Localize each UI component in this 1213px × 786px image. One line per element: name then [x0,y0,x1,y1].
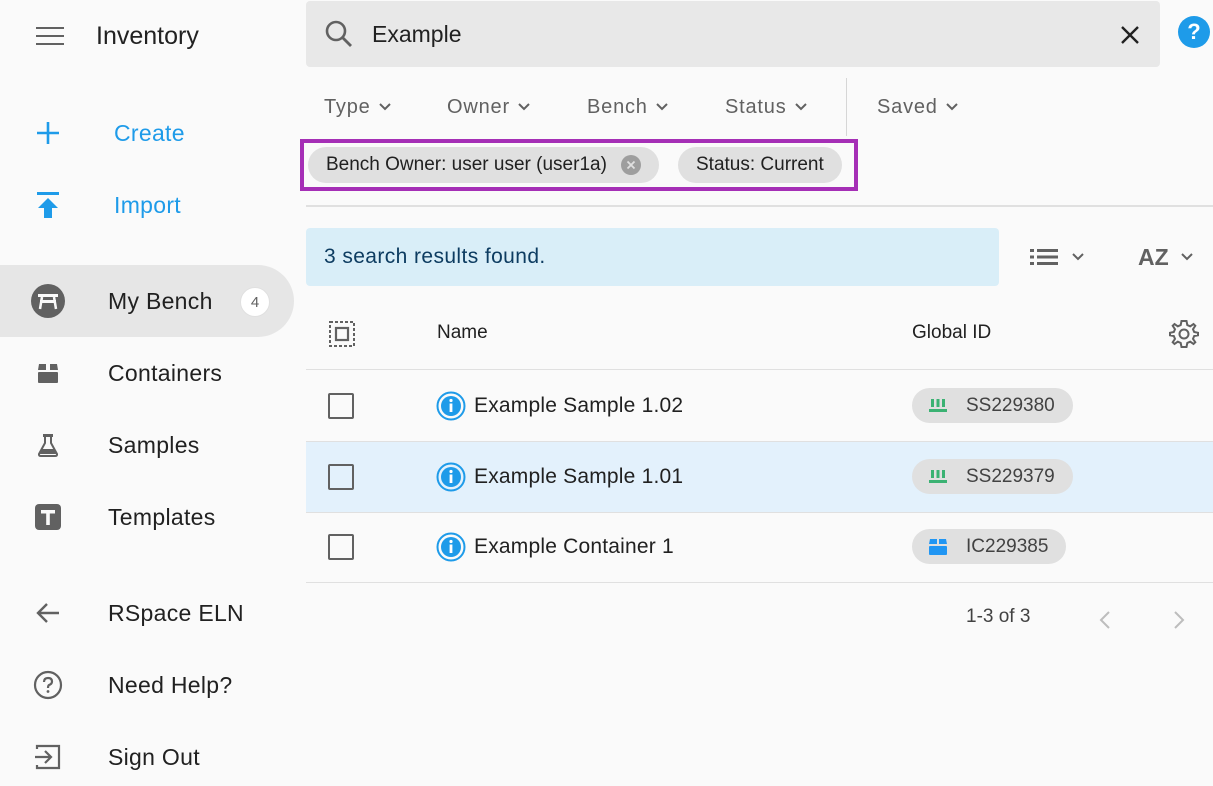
info-icon[interactable] [436,391,466,421]
container-icon [30,355,66,391]
table-row[interactable]: Example Container 1 IC229385 [306,512,1213,583]
sidebar-item-label: Templates [108,503,216,530]
filter-label: Owner [447,95,510,118]
row-checkbox[interactable] [328,464,354,490]
flask-icon [30,427,66,463]
global-id-text: IC229385 [966,535,1049,557]
chevron-down-icon [656,103,668,111]
help-circle-icon [30,667,66,703]
info-icon[interactable] [436,532,466,562]
filter-chip-status[interactable]: Status: Current [678,147,842,183]
template-icon [30,499,66,535]
sidebar-item-samples[interactable]: Samples [0,409,294,481]
sidebar-item-need-help[interactable]: Need Help? [0,649,294,721]
filter-owner-button[interactable]: Owner [447,84,530,130]
global-id-chip[interactable]: SS229380 [912,388,1073,423]
divider [306,205,1213,207]
import-label: Import [114,191,181,218]
app-title: Inventory [96,22,199,50]
column-header-global-id[interactable]: Global ID [912,322,991,344]
filter-label: Status [725,95,787,118]
search-bar [306,1,1160,67]
filter-status-button[interactable]: Status [725,84,807,130]
sidebar: Inventory Create Import My Bench 4 Conta… [0,0,300,786]
column-header-name[interactable]: Name [437,322,488,344]
filter-chip-bench-owner[interactable]: Bench Owner: user user (user1a) [308,147,659,183]
bench-count-badge: 4 [240,287,270,317]
info-icon[interactable] [436,462,466,492]
sort-label: AZ [1138,243,1169,270]
sidebar-item-label: RSpace ELN [108,599,244,626]
search-input[interactable] [372,15,1092,53]
chevron-left-icon[interactable] [1094,608,1118,632]
filter-bench-button[interactable]: Bench [587,84,668,130]
pagination-range: 1-3 of 3 [966,606,1031,627]
sidebar-item-templates[interactable]: Templates [0,481,294,553]
row-checkbox[interactable] [328,534,354,560]
sidebar-item-label: Sign Out [108,743,200,770]
filter-label: Saved [877,95,938,118]
filter-divider [846,78,847,136]
sidebar-item-label: Samples [108,431,200,458]
container-icon [928,537,948,557]
app-header: Inventory [0,0,300,72]
create-button[interactable]: Create [0,97,294,169]
hamburger-menu-icon[interactable] [36,27,64,47]
filter-label: Type [324,95,371,118]
global-id-chip[interactable]: IC229385 [912,529,1067,564]
plus-icon [30,115,66,151]
arrow-left-icon [30,595,66,631]
chip-remove-icon[interactable] [620,155,641,175]
chevron-down-icon [1180,253,1193,261]
sort-button[interactable]: AZ [1138,238,1193,276]
upload-icon [30,187,66,223]
row-name[interactable]: Example Sample 1.02 [474,394,683,418]
row-name[interactable]: Example Container 1 [474,535,674,559]
chip-label: Status: Current [696,154,824,175]
search-icon[interactable] [324,19,354,49]
import-button[interactable]: Import [0,169,294,241]
sidebar-item-rspace-eln[interactable]: RSpace ELN [0,577,294,649]
bench-icon [30,283,66,319]
chevron-down-icon [378,103,391,111]
filter-label: Bench [587,95,648,118]
row-name[interactable]: Example Sample 1.01 [474,465,683,489]
close-icon[interactable] [1116,21,1144,49]
table-header: Name Global ID [306,300,1213,370]
sign-out-icon [30,739,66,775]
filter-type-button[interactable]: Type [324,84,391,130]
sample-icon [928,396,948,416]
sample-icon [928,467,948,487]
sidebar-item-containers[interactable]: Containers [0,337,294,409]
row-checkbox[interactable] [328,393,354,419]
sidebar-item-sign-out[interactable]: Sign Out [0,721,294,786]
help-icon[interactable]: ? [1178,16,1210,48]
chevron-down-icon [794,103,807,111]
chip-label: Bench Owner: user user (user1a) [326,154,607,175]
chevron-right-icon[interactable] [1166,608,1190,632]
sidebar-item-label: Need Help? [108,671,233,698]
table-row[interactable]: Example Sample 1.02 SS229380 [306,371,1213,442]
sidebar-item-label: Containers [108,359,223,386]
filter-saved-button[interactable]: Saved [877,84,958,130]
table-row[interactable]: Example Sample 1.01 SS229379 [306,442,1213,513]
create-label: Create [114,119,185,146]
sidebar-item-my-bench[interactable]: My Bench 4 [0,265,294,337]
sidebar-item-label: My Bench [108,287,213,314]
list-view-icon [1030,249,1058,265]
chevron-down-icon [1072,253,1084,261]
global-id-chip[interactable]: SS229379 [912,459,1073,494]
global-id-text: SS229380 [966,394,1055,416]
chevron-down-icon [518,103,530,111]
gear-icon[interactable] [1168,318,1200,350]
global-id-text: SS229379 [966,465,1055,487]
view-toggle-button[interactable] [1030,240,1090,274]
search-results-summary: 3 search results found. [306,228,999,286]
chevron-down-icon [946,103,958,111]
main-content: ? Type Owner Bench Status Saved Bench Ow… [300,0,1213,786]
select-all-icon[interactable] [328,320,356,348]
filter-row: Type Owner Bench Status Saved [306,78,1213,136]
